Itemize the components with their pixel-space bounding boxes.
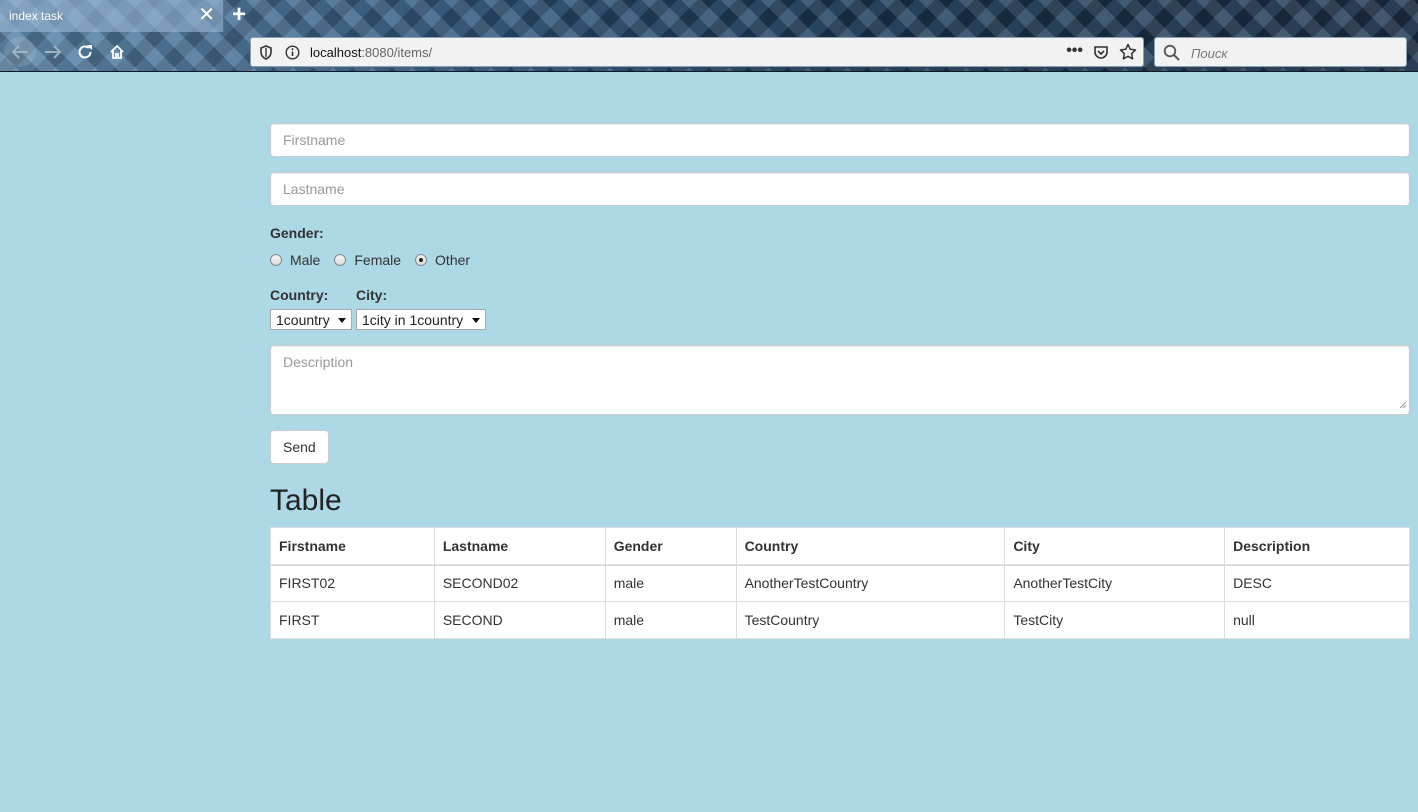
table-cell: SECOND — [433, 601, 606, 639]
table-header-row: Firstname Lastname Gender Country City D… — [270, 527, 1410, 566]
table-row: FIRST02 SECOND02 male AnotherTestCountry… — [270, 564, 1410, 602]
back-arrow-icon — [11, 45, 28, 59]
reload-button[interactable] — [70, 38, 100, 66]
city-select-value: 1city in 1country — [362, 312, 464, 328]
table-cell: null — [1224, 601, 1410, 639]
radio-other-label: Other — [435, 252, 471, 268]
table-cell: TestCity — [1004, 601, 1226, 639]
country-select[interactable]: 1country — [270, 309, 352, 330]
search-placeholder: Поиск — [1191, 46, 1228, 61]
gender-label: Gender: — [270, 225, 324, 241]
table-row: FIRST SECOND male TestCountry TestCity n… — [270, 601, 1410, 639]
city-label: City: — [356, 287, 388, 303]
browser-chrome: index task ✕ + localhost:8080/items/ ••• — [0, 0, 1418, 72]
home-button[interactable] — [102, 38, 132, 66]
item-form-page: Gender: Male Female Other Country: 1coun… — [270, 123, 1410, 639]
location-row: Country: 1country City: 1city in 1countr… — [270, 287, 1410, 330]
forward-button[interactable] — [38, 38, 68, 66]
tab-title: index task — [9, 9, 64, 23]
pocket-icon[interactable] — [1093, 44, 1109, 65]
radio-other[interactable] — [415, 254, 428, 266]
radio-female[interactable] — [334, 254, 347, 266]
column-header: Gender — [604, 527, 737, 566]
tracking-shield-icon[interactable] — [259, 45, 273, 65]
gender-option-female[interactable]: Female — [334, 252, 401, 268]
column-header: Country — [735, 527, 1006, 566]
browser-tab[interactable]: index task ✕ — [0, 0, 224, 32]
send-button[interactable]: Send — [270, 430, 329, 464]
table-cell: AnotherTestCity — [1004, 564, 1226, 602]
city-field: City: 1city in 1country — [356, 287, 486, 330]
chevron-down-icon — [472, 318, 480, 323]
url-text: localhost:8080/items/ — [310, 45, 433, 60]
table-heading: Table — [270, 484, 342, 517]
radio-female-label: Female — [354, 252, 402, 268]
forward-arrow-icon — [45, 45, 62, 59]
table-cell: DESC — [1224, 564, 1410, 602]
description-textarea[interactable]: Description — [270, 345, 1410, 415]
bookmark-star-icon[interactable] — [1119, 43, 1137, 66]
country-select-value: 1country — [276, 312, 330, 328]
reload-icon — [78, 45, 92, 59]
table-cell: male — [604, 564, 737, 602]
resize-grip-icon[interactable] — [1399, 396, 1407, 412]
country-field: Country: 1country — [270, 287, 352, 330]
column-header: City — [1004, 527, 1226, 566]
new-tab-icon[interactable]: + — [232, 2, 246, 28]
lastname-input[interactable] — [270, 172, 1410, 206]
home-icon — [110, 44, 124, 59]
firstname-input[interactable] — [270, 123, 1410, 157]
column-header: Firstname — [270, 527, 435, 566]
column-header: Description — [1224, 527, 1410, 566]
chevron-down-icon — [338, 318, 346, 323]
table-cell: SECOND02 — [433, 564, 606, 602]
table-cell: AnotherTestCountry — [735, 564, 1006, 602]
city-select[interactable]: 1city in 1country — [356, 309, 486, 330]
search-icon — [1163, 44, 1180, 66]
page-actions-icon[interactable]: ••• — [1066, 42, 1083, 60]
gender-option-other[interactable]: Other — [415, 252, 470, 268]
url-bar[interactable]: localhost:8080/items/ ••• — [250, 37, 1144, 67]
tab-close-icon[interactable]: ✕ — [198, 4, 215, 26]
table-cell: TestCountry — [735, 601, 1006, 639]
back-button[interactable] — [4, 37, 36, 67]
table-cell: FIRST02 — [270, 564, 435, 602]
table-cell: male — [604, 601, 737, 639]
table-cell: FIRST — [270, 601, 435, 639]
gender-option-male[interactable]: Male — [270, 252, 320, 268]
gender-radio-group: Male Female Other — [270, 251, 1410, 269]
radio-male[interactable] — [270, 254, 282, 266]
site-info-icon[interactable] — [285, 45, 300, 65]
description-placeholder: Description — [283, 354, 354, 370]
search-bar[interactable]: Поиск — [1154, 37, 1407, 67]
radio-male-label: Male — [290, 252, 321, 268]
country-label: Country: — [270, 287, 329, 303]
items-table: Firstname Lastname Gender Country City D… — [270, 527, 1410, 639]
column-header: Lastname — [433, 527, 606, 566]
